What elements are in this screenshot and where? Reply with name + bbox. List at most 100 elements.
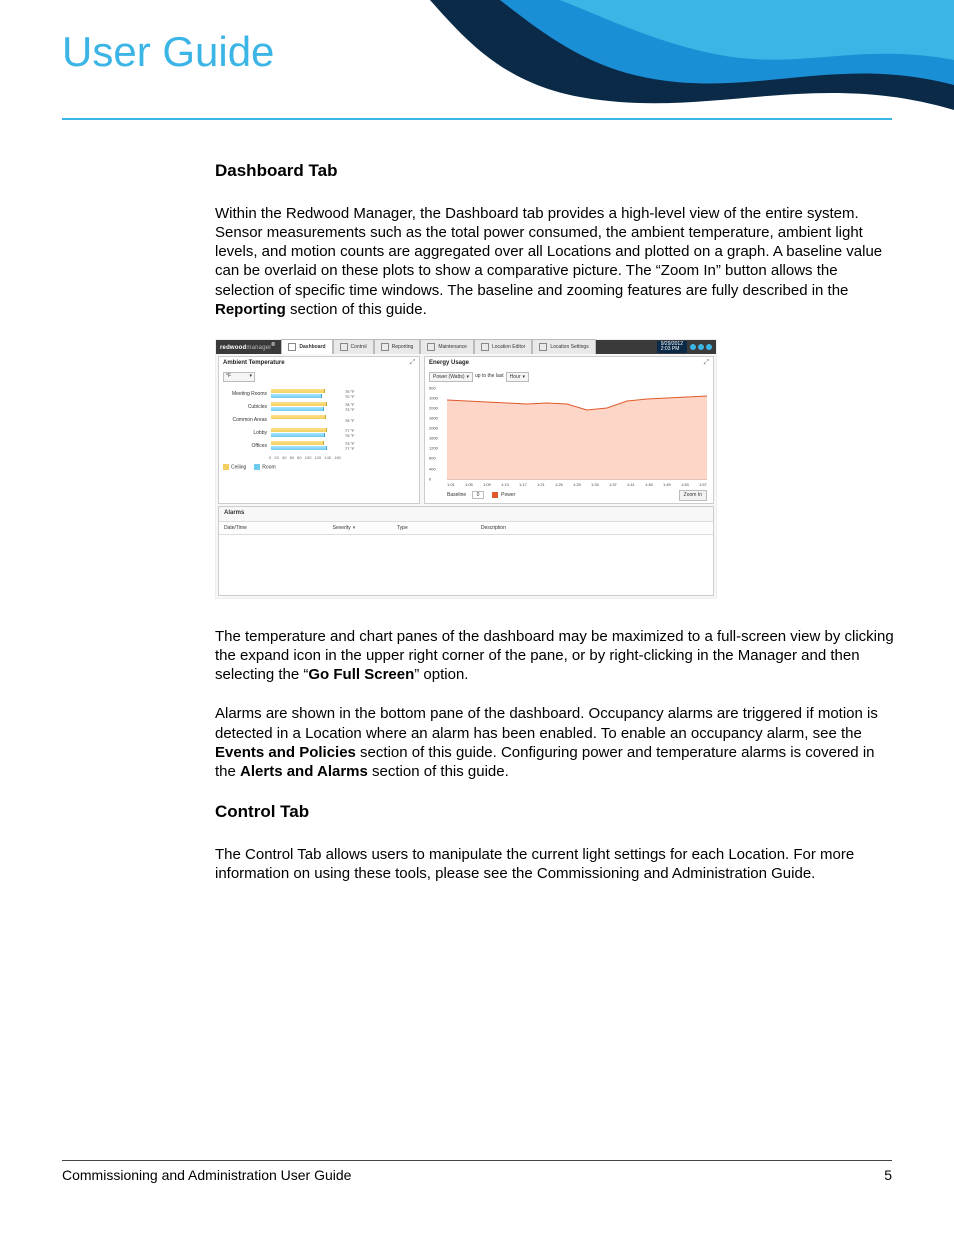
text: Within the Redwood Manager, the Dashboar… [215, 205, 882, 299]
col-description[interactable]: Description [476, 522, 713, 535]
col-type[interactable]: Type [392, 522, 476, 535]
range-select[interactable]: Hour▾ [506, 372, 529, 382]
x-tick: 1:09 [483, 482, 491, 487]
x-tick: 1:49 [663, 482, 671, 487]
tab-label: Reporting [392, 342, 414, 352]
bold-term: Reporting [215, 301, 286, 318]
energy-chart: 500 1000 2000 1600 2000 1600 1200 600 40… [447, 388, 707, 480]
x-tick: 1:57 [699, 482, 707, 487]
power-swatch [492, 492, 498, 498]
row-label: Cubicles [223, 404, 269, 410]
tab-label: Dashboard [299, 342, 325, 352]
y-tick: 400 [429, 466, 436, 471]
temperature-rows: Meeting Rooms 75 °F70 °F Cubicles 78 °F7… [223, 388, 415, 453]
tab-location-editor[interactable]: Location Editor [474, 339, 532, 354]
temperature-row: Common Areas 76 °F [223, 414, 415, 427]
y-tick: 1600 [429, 415, 438, 420]
tab-reporting[interactable]: Reporting [374, 339, 421, 354]
alarms-pane: Alarms Date/Time Severity Type Descripti… [218, 506, 714, 596]
expand-icon[interactable]: ⤢ [703, 359, 710, 366]
legend-label: Ceiling [231, 464, 246, 470]
selector-text: up to the last [475, 373, 504, 379]
clock-time: 2:03 PM [661, 347, 683, 352]
heading-control-tab: Control Tab [215, 801, 895, 823]
axis-tick: 160 [334, 455, 341, 460]
pane-title: Alarms [219, 507, 713, 522]
row-value: 77 °F [345, 446, 365, 451]
header-underline [62, 118, 892, 120]
energy-usage-pane: Energy Usage ⤢ Power (Watts)▾ up to the … [424, 356, 714, 504]
col-severity-label: Severity [333, 525, 356, 531]
text: section of this guide. [286, 301, 427, 318]
tab-label: Maintenance [438, 342, 467, 352]
header-icon[interactable] [706, 344, 712, 350]
x-tick: 1:33 [591, 482, 599, 487]
y-tick: 2000 [429, 405, 438, 410]
expand-icon[interactable]: ⤢ [409, 359, 416, 366]
header-icons [690, 344, 712, 350]
energy-chart-svg [447, 388, 707, 480]
brand-thin: manager [246, 345, 271, 351]
tab-icon [340, 343, 348, 351]
page-header: User Guide [0, 0, 954, 120]
row-value: 75 °F [345, 433, 365, 438]
legend-swatch [223, 464, 229, 470]
legend-label: Room [262, 464, 275, 470]
tab-location-settings[interactable]: Location Settings [532, 339, 595, 354]
paragraph: The Control Tab allows users to manipula… [215, 845, 895, 883]
header-icon[interactable] [690, 344, 696, 350]
power-label: Power [501, 492, 515, 498]
unit-select[interactable]: °F ▾ [223, 372, 255, 382]
col-date[interactable]: Date/Time [219, 522, 328, 535]
select-label: Hour [510, 373, 521, 381]
axis-tick: 80 [297, 455, 301, 460]
axis-tick: 120 [315, 455, 322, 460]
text: section of this guide. [368, 763, 509, 780]
x-tick: 1:13 [501, 482, 509, 487]
x-tick: 1:45 [645, 482, 653, 487]
axis-tick: 40 [282, 455, 286, 460]
app-brand: redwoodmanager® [220, 342, 275, 353]
footer-left: Commissioning and Administration User Gu… [62, 1167, 351, 1183]
axis-tick: 100 [305, 455, 312, 460]
metric-select[interactable]: Power (Watts)▾ [429, 372, 473, 382]
app-tabs: Dashboard Control Reporting Maintenance … [281, 339, 595, 354]
zoom-in-button[interactable]: Zoom In [679, 490, 707, 501]
footer-page-number: 5 [884, 1167, 892, 1183]
brand-reg: ® [272, 342, 276, 348]
row-label: Meeting Rooms [223, 391, 269, 397]
legend-swatch [254, 464, 260, 470]
energy-selectors: Power (Watts)▾ up to the last Hour▾ [429, 372, 709, 382]
dashboard-panes-row: Ambient Temperature ⤢ °F ▾ Meeting Rooms … [216, 354, 716, 506]
x-tick: 1:25 [555, 482, 563, 487]
bold-term: Events and Policies [215, 744, 356, 761]
tab-dashboard[interactable]: Dashboard [281, 339, 332, 354]
temperature-row: Cubicles 78 °F73 °F [223, 401, 415, 414]
select-label: Power (Watts) [433, 373, 464, 381]
heading-dashboard-tab: Dashboard Tab [215, 160, 895, 182]
tab-icon [381, 343, 389, 351]
chevron-down-icon: ▾ [249, 373, 252, 379]
unit-label: °F [226, 373, 231, 379]
paragraph: The temperature and chart panes of the d… [215, 627, 895, 685]
energy-footer: Baseline 0 Power Zoom In [447, 490, 707, 501]
pane-title: Ambient Temperature [223, 360, 415, 368]
temperature-row: Meeting Rooms 75 °F70 °F [223, 388, 415, 401]
ambient-temperature-pane: Ambient Temperature ⤢ °F ▾ Meeting Rooms … [218, 356, 420, 504]
header-icon[interactable] [698, 344, 704, 350]
x-tick: 1:37 [609, 482, 617, 487]
page-title: User Guide [62, 28, 274, 76]
baseline-label: Baseline [447, 492, 466, 498]
row-label: Common Areas [223, 417, 269, 423]
y-tick: 2000 [429, 425, 438, 430]
tab-maintenance[interactable]: Maintenance [420, 339, 474, 354]
app-bar: redwoodmanager® Dashboard Control Report… [216, 340, 716, 354]
tab-label: Control [351, 342, 367, 352]
tab-control[interactable]: Control [333, 339, 374, 354]
page-body: Dashboard Tab Within the Redwood Manager… [215, 160, 895, 903]
pane-title: Energy Usage [429, 360, 709, 368]
y-tick: 500 [429, 385, 436, 390]
baseline-input[interactable]: 0 [472, 491, 485, 499]
row-value: 70 °F [345, 394, 365, 399]
col-severity[interactable]: Severity [328, 522, 392, 535]
